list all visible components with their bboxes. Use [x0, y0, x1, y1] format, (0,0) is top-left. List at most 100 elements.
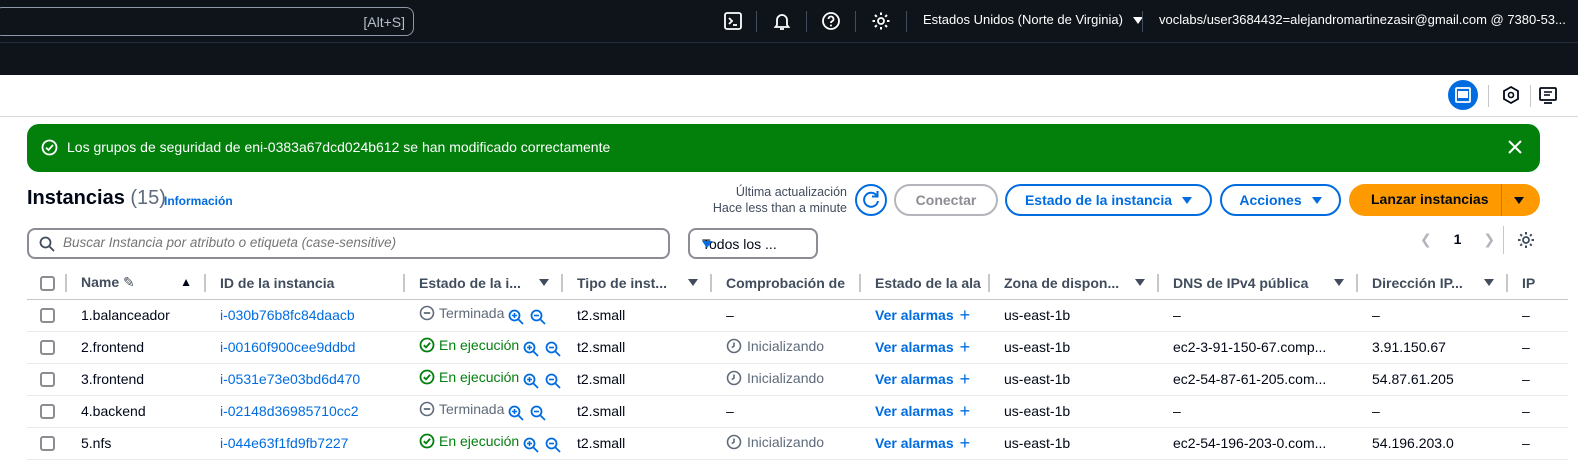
column-header-name[interactable]: Name ✎ ▲: [67, 267, 206, 300]
instance-id-link[interactable]: i-00160f900cee9ddbd: [220, 339, 355, 355]
column-header-ip[interactable]: IP: [1508, 267, 1568, 300]
refresh-button[interactable]: [855, 184, 887, 216]
search-input[interactable]: [63, 235, 653, 250]
close-icon[interactable]: [1506, 138, 1524, 156]
availability-zone: us-east-1b: [1004, 307, 1071, 323]
cell-status-check: –: [712, 299, 861, 332]
info-link[interactable]: Información: [164, 194, 233, 208]
state-label: Terminada: [439, 304, 505, 321]
table-row[interactable]: 3.frontend i-0531e73e03bd6d470 En ejecució…: [27, 363, 1568, 396]
plus-icon[interactable]: +: [960, 337, 971, 358]
settings-gear-icon[interactable]: [870, 10, 892, 32]
cell-instance-state: En ejecución: [405, 331, 563, 364]
instance-state-button[interactable]: Estado de la instancia: [1005, 184, 1212, 216]
zoom-out-icon[interactable]: [545, 341, 561, 357]
row-checkbox[interactable]: [40, 404, 55, 420]
divider: [906, 11, 907, 32]
cell-ip: –: [1508, 363, 1568, 396]
column-label: Tipo de inst...: [577, 274, 667, 291]
actions-button[interactable]: Acciones: [1220, 184, 1341, 216]
zoom-in-icon[interactable]: [508, 405, 525, 421]
help-icon[interactable]: [820, 10, 842, 32]
column-header-public-dns[interactable]: DNS de IPv4 pública: [1159, 267, 1358, 300]
feedback-screen-icon[interactable]: [1534, 80, 1564, 110]
instance-id-link[interactable]: i-0531e73e03bd6d470: [220, 371, 360, 387]
zoom-in-icon[interactable]: [523, 341, 539, 357]
top-navigation-bar: [Alt+S] Estados Unidos (Norte de Virgini…: [0, 0, 1578, 42]
instance-type: t2.small: [577, 435, 626, 451]
row-checkbox[interactable]: [40, 340, 55, 356]
view-alarms-link[interactable]: Ver alarmas +: [875, 433, 970, 454]
launch-instances-button[interactable]: Lanzar instancias: [1349, 184, 1540, 216]
column-header-instance-state[interactable]: Estado de la i...: [405, 267, 563, 300]
status-initializing: Inicializando: [726, 434, 824, 450]
connect-label: Conectar: [915, 192, 977, 208]
table-row[interactable]: 4.backend i-02148d36985710cc2 Terminada t2.…: [27, 395, 1568, 428]
state-filter-select[interactable]: Todos los ...: [688, 228, 818, 259]
column-header-public-ip[interactable]: Dirección IP...: [1358, 267, 1508, 300]
cell-ip: –: [1508, 427, 1568, 460]
table-row[interactable]: 1.balanceador i-030b76b8fc84daacb Terminad…: [27, 299, 1568, 332]
plus-icon[interactable]: +: [960, 305, 971, 326]
global-search-input[interactable]: [Alt+S]: [0, 7, 414, 36]
view-alarms-label: Ver alarmas: [875, 339, 954, 355]
zoom-in-icon[interactable]: [523, 437, 539, 453]
row-checkbox[interactable]: [40, 436, 55, 452]
zoom-out-icon[interactable]: [530, 405, 547, 421]
zoom-in-icon[interactable]: [508, 309, 525, 325]
cell-status-check: Inicializando: [712, 427, 861, 460]
next-page-icon[interactable]: ❯: [1483, 231, 1495, 247]
page-number[interactable]: 1: [1454, 231, 1462, 247]
table-row[interactable]: 5.nfs i-044e63f1fd9fb7227 En ejecución t2.s…: [27, 427, 1568, 460]
zoom-out-icon[interactable]: [545, 437, 561, 453]
row-checkbox[interactable]: [40, 308, 55, 324]
table-row[interactable]: 2.frontend i-00160f900cee9ddbd En ejecució…: [27, 331, 1568, 364]
cell-instance-id: i-0531e73e03bd6d470: [206, 363, 405, 396]
view-alarms-label: Ver alarmas: [875, 403, 954, 419]
view-alarms-label: Ver alarmas: [875, 371, 954, 387]
view-alarms-link[interactable]: Ver alarmas +: [875, 401, 970, 422]
connect-button[interactable]: Conectar: [894, 184, 998, 216]
cell-instance-state: En ejecución: [405, 427, 563, 460]
success-check-icon: [419, 337, 435, 353]
column-header-alarm-status[interactable]: Estado de la ala: [861, 267, 990, 300]
cell-name: 3.frontend: [67, 363, 206, 396]
clock-pending-icon: [726, 338, 742, 353]
account-menu[interactable]: voclabs/user3684432=alejandromartinezasi…: [1159, 12, 1566, 27]
cloudshell-icon[interactable]: [722, 10, 744, 32]
view-alarms-link[interactable]: Ver alarmas +: [875, 305, 970, 326]
column-header-status-check[interactable]: Comprobación de: [712, 267, 861, 300]
table-preferences-gear-icon[interactable]: [1516, 230, 1536, 250]
sort-ascending-icon: ▲: [180, 275, 192, 289]
instance-filter[interactable]: [27, 228, 670, 259]
hexagon-icon[interactable]: [1496, 80, 1526, 110]
zoom-in-icon[interactable]: [523, 373, 539, 389]
instance-id-link[interactable]: i-044e63f1fd9fb7227: [220, 435, 348, 451]
view-alarms-link[interactable]: Ver alarmas +: [875, 369, 970, 390]
zoom-out-icon[interactable]: [530, 309, 547, 325]
instance-name: 3.frontend: [81, 371, 145, 387]
instance-id-link[interactable]: i-030b76b8fc84daacb: [220, 307, 355, 323]
column-header-instance-type[interactable]: Tipo de inst...: [563, 267, 712, 300]
launch-dropdown-caret-icon[interactable]: [1514, 197, 1524, 204]
public-ip: –: [1372, 403, 1380, 419]
column-header-instance-id[interactable]: ID de la instancia: [206, 267, 405, 300]
zoom-out-icon[interactable]: [545, 373, 561, 389]
plus-icon[interactable]: +: [960, 433, 971, 454]
plus-icon[interactable]: +: [960, 401, 971, 422]
plus-icon[interactable]: +: [960, 369, 971, 390]
select-all-checkbox[interactable]: [40, 276, 55, 292]
pagination: ❮ 1 ❯: [1420, 231, 1495, 248]
row-checkbox[interactable]: [40, 372, 55, 388]
search-icon: [39, 236, 55, 252]
search-shortcut-hint: [Alt+S]: [363, 14, 405, 30]
region-selector[interactable]: Estados Unidos (Norte de Virginia): [923, 12, 1143, 27]
bell-icon[interactable]: [771, 10, 793, 32]
view-alarms-link[interactable]: Ver alarmas +: [875, 337, 970, 358]
cell-availability-zone: us-east-1b: [990, 363, 1159, 396]
panel-toggle-button[interactable]: [1448, 80, 1478, 110]
column-header-availability-zone[interactable]: Zona de dispon...: [990, 267, 1159, 300]
prev-page-icon[interactable]: ❮: [1420, 231, 1432, 247]
instance-id-link[interactable]: i-02148d36985710cc2: [220, 403, 359, 419]
cell-public-ip: 3.91.150.67: [1358, 331, 1508, 364]
